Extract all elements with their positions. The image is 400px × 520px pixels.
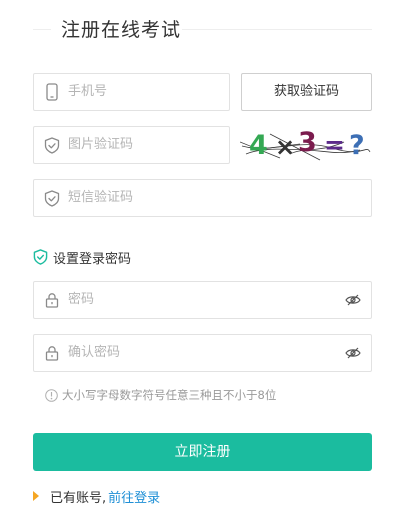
eye-slash-icon[interactable] [344, 292, 362, 308]
phone-input[interactable]: 手机号 [33, 73, 230, 111]
password-section-label: 设置登录密码 [33, 248, 132, 267]
shield-check-icon [43, 136, 61, 154]
have-account-text: 已有账号, [50, 490, 107, 506]
phone-icon [43, 83, 61, 101]
confirm-password-input[interactable]: 确认密码 [33, 334, 372, 372]
image-code-input[interactable]: 图片验证码 [33, 126, 230, 164]
register-button[interactable]: 立即注册 [33, 433, 372, 471]
shield-check-icon [33, 249, 48, 265]
password-hint-text: 大小写字母数字符号任意三种且不小于8位 [62, 388, 277, 402]
login-prompt: 已有账号, 前往登录 [33, 487, 160, 506]
captcha-digit-three: 3 [298, 127, 317, 158]
captcha-image[interactable]: 4 × 3 = ? [239, 124, 372, 164]
sms-code-input[interactable]: 短信验证码 [33, 179, 372, 217]
password-placeholder: 密码 [68, 292, 95, 307]
captcha-equals: = [324, 130, 345, 159]
info-icon [45, 388, 58, 402]
confirm-password-placeholder: 确认密码 [68, 345, 121, 360]
captcha-digit-four: 4 [249, 130, 268, 161]
password-input[interactable]: 密码 [33, 281, 372, 319]
captcha-question: ? [349, 130, 365, 161]
lock-icon [43, 344, 61, 362]
form-title-row: 注册在线考试 [33, 18, 372, 42]
divider [182, 29, 372, 30]
page-title: 注册在线考试 [61, 19, 182, 41]
login-link[interactable]: 前往登录 [108, 487, 160, 506]
image-code-placeholder: 图片验证码 [68, 137, 134, 152]
divider [33, 29, 51, 30]
section-label-text: 设置登录密码 [53, 251, 132, 267]
lock-icon [43, 291, 61, 309]
eye-slash-icon[interactable] [344, 345, 362, 361]
password-hint: 大小写字母数字符号任意三种且不小于8位 [45, 386, 276, 404]
phone-placeholder: 手机号 [68, 84, 108, 99]
arrow-right-icon [33, 491, 39, 501]
shield-check-icon [43, 189, 61, 207]
sms-code-placeholder: 短信验证码 [68, 190, 134, 205]
get-code-button[interactable]: 获取验证码 [241, 73, 372, 111]
captcha-times: × [275, 133, 295, 161]
